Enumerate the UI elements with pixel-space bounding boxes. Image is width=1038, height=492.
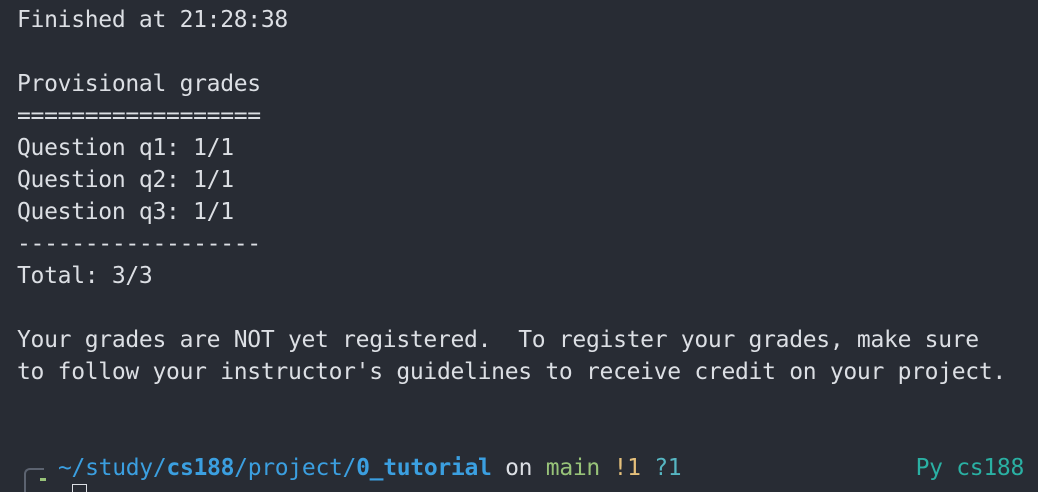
output-line-q3: Question q3: 1/1 (17, 199, 234, 225)
path-segment-current-dir: 0_tutorial (356, 455, 492, 481)
output-line-q2: Question q2: 1/1 (17, 167, 234, 193)
output-line-notice-1: Your grades are NOT yet registered. To r… (17, 327, 979, 353)
git-modified-count: !1 (599, 455, 641, 481)
output-line-q1: Question q1: 1/1 (17, 135, 234, 161)
terminal-cursor[interactable] (72, 484, 87, 492)
prompt-path: ~/study/cs188/project/0_tutorial on main… (58, 452, 682, 484)
path-home: ~/ (58, 455, 86, 481)
output-line-separator: ------------------ (17, 231, 261, 257)
terminal-window[interactable]: Finished at 21:28:38 Provisional grades … (0, 0, 1038, 492)
prompt-arrow-icon (40, 478, 46, 481)
output-line-blank (17, 292, 1038, 324)
output-line-finished: Finished at 21:28:38 (17, 7, 288, 33)
output-line-rule: ================== (17, 103, 261, 129)
git-branch: main (545, 455, 601, 481)
path-segment-cs188: cs188 (166, 455, 235, 481)
path-segment-project: /project/ (234, 455, 357, 481)
output-line-heading: Provisional grades (17, 71, 261, 97)
path-segment-study: study/ (85, 455, 167, 481)
git-untracked-count: ?1 (640, 455, 682, 481)
shell-prompt: ~/study/cs188/project/0_tutorial on main… (0, 452, 1038, 484)
output-line-total: Total: 3/3 (17, 263, 153, 289)
python-env-indicator: Py cs188 (915, 455, 1025, 481)
output-line-blank (17, 36, 1038, 68)
prompt-on-word: on (491, 455, 546, 481)
output-line-notice-2: to follow your instructor's guidelines t… (17, 359, 1006, 385)
